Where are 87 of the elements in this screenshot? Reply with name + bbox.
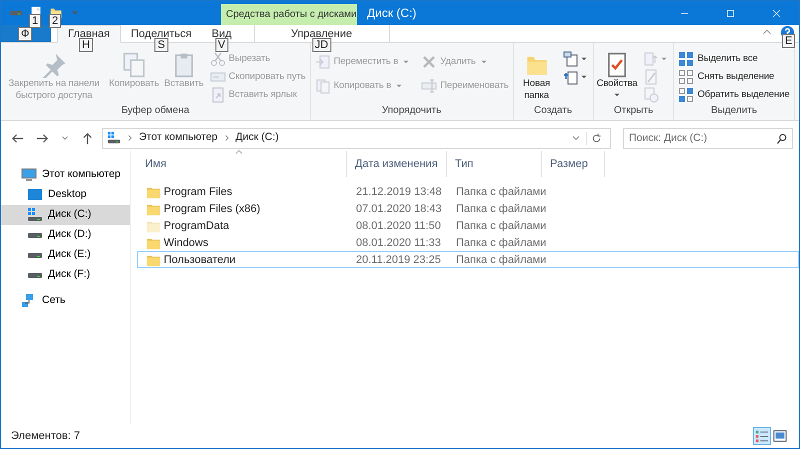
ribbon-button[interactable]: Новая папка [516,51,558,103]
select-none-icon [678,69,694,85]
keytip: E [782,34,796,48]
window-title: Диск (C:) [366,5,418,22]
group-label: Открыть [612,104,654,118]
item-count: Элементов: 7 [11,428,80,444]
file-row[interactable]: Пользователи 20.11.2019 23:25 Папка с файлами [137,251,799,268]
ribbon-button[interactable]: Выделить все [676,51,792,67]
shortcut-icon [210,87,226,103]
scissors-icon [210,51,226,67]
nav-item[interactable]: Этот компьютер [1,165,130,185]
column-header[interactable]: Тип [447,151,542,177]
file-name: Program Files (x86) [164,202,260,217]
desktop-icon [27,187,43,203]
keytip: S [154,38,168,52]
drive-icon [27,252,43,258]
file-row[interactable]: Windows 08.01.2020 11:33 Папка с файлами [137,234,799,251]
drive-icon [27,272,43,278]
type-cell-text: Папка с файлами [455,202,543,217]
history-icon [643,87,660,103]
ribbon-button[interactable]: Обратить выделение [676,87,792,103]
date-cell-text: 08.01.2020 11:33 [355,236,442,251]
breadcrumb-item[interactable]: Этот компьютер [139,130,218,146]
type-cell-text: Папка с файлами [455,236,543,251]
type-cell-text: Папка с файлами [455,219,543,234]
file-name: Пользователи [164,253,236,268]
date-cell-text: 07.01.2020 18:43 [355,202,443,217]
refresh-icon [590,132,603,144]
keytip: H [78,38,93,52]
nav-item[interactable]: Диск (F:) [1,265,130,285]
maximize-icon [724,8,736,18]
column-header[interactable]: Размер [542,151,605,177]
search-field[interactable]: Поиск: Диск (C:) [623,128,793,148]
rename-icon [421,78,438,94]
file-name: ProgramData [164,219,230,234]
pin-icon [41,52,67,78]
ribbon-button[interactable]: Свойства [596,51,638,101]
keytip: 1 [29,14,42,28]
drive-icon [9,10,23,16]
drive-icon [107,131,121,145]
file-row[interactable]: ProgramData 08.01.2020 11:50 Папка с файлами [137,217,799,234]
computer-icon [21,167,37,183]
edit-icon [643,69,660,85]
nav-item[interactable]: Desktop [1,185,130,205]
type-cell-text: Папка с файлами [455,253,543,268]
copy-icon [121,52,148,78]
date-cell-text: 20.11.2019 23:25 [355,253,442,268]
address-bar[interactable]: Этот компьютер Диск (C:) [102,128,611,148]
keytip: Ф [18,27,32,41]
column-header[interactable]: Дата изменения [347,151,447,177]
copy-icon [314,78,331,94]
column-header[interactable]: Имя [137,151,347,177]
file-row[interactable]: Program Files 21.12.2019 13:48 Папка с файлами [137,183,799,200]
new-item-icon [562,51,579,67]
ribbon-button[interactable]: Снять выделение [676,69,792,85]
keytip: 2 [49,14,62,28]
context-tab-header: Средства работы с дисками [221,4,357,25]
view-button[interactable] [753,427,771,445]
search-icon [776,132,788,144]
drive-icon [27,232,43,238]
file-row[interactable]: Program Files (x86) 07.01.2020 18:43 Папка с файлами [137,200,799,217]
group-label: Упорядочить [380,104,442,118]
date-cell-text: 21.12.2019 13:48 [355,185,443,200]
date-cell-text: 08.01.2020 11:50 [355,219,442,234]
breadcrumb-item[interactable]: Диск (C:) [236,130,279,146]
keytip: V [214,38,228,52]
invert-selection-icon [678,87,694,103]
large-icons-view-icon [773,429,787,443]
details-view-icon [755,429,769,443]
nav-item[interactable]: Диск (C:) [1,205,130,225]
nav-item[interactable]: Сеть [1,291,130,311]
move-icon [314,54,331,70]
select-all-icon [678,51,694,67]
file-name: Windows [164,236,208,251]
group-label: Выделить [710,104,758,118]
drive-icon [27,207,43,223]
nav-item[interactable]: Диск (E:) [1,245,130,265]
delete-icon [421,54,438,70]
keytip: JD [312,38,332,52]
group-label: Создать [533,104,574,118]
group-label: Буфер обмена [120,104,190,118]
document-icon [562,69,579,85]
nav-item[interactable]: Диск (D:) [1,225,130,245]
open-icon [643,51,660,67]
close-icon [770,8,782,18]
file-name: Program Files [164,185,232,200]
type-cell-text: Папка с файлами [455,185,543,200]
